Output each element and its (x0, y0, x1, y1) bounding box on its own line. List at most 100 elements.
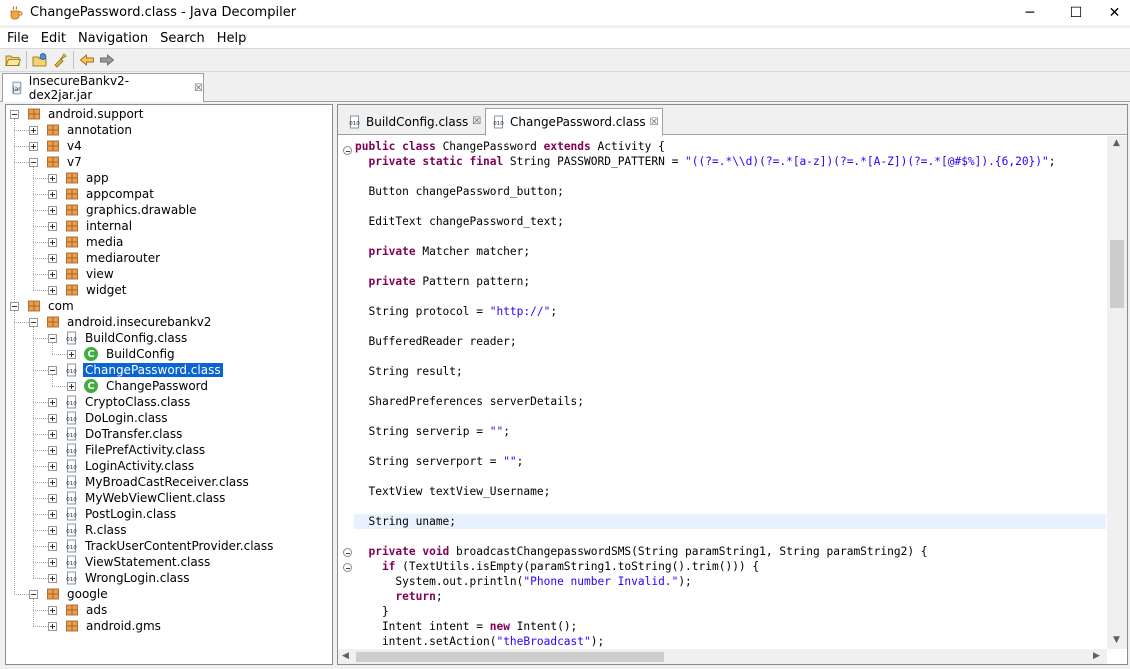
expand-icon[interactable] (67, 381, 76, 391)
collapse-icon[interactable] (48, 365, 57, 375)
tree-item[interactable]: 010 ChangePassword.class (48, 362, 223, 378)
collapse-icon[interactable] (29, 317, 38, 327)
tree-item[interactable]: 010 WrongLogin.class (48, 570, 192, 586)
scroll-up-icon[interactable]: ▲ (1113, 138, 1120, 148)
svg-text:010: 010 (66, 577, 77, 583)
collapse-icon[interactable] (48, 333, 57, 343)
expand-icon[interactable] (48, 269, 57, 279)
expand-icon[interactable] (48, 573, 57, 583)
tree-item-label: android.gms (86, 619, 161, 633)
close-tab-icon[interactable]: ☒ (472, 116, 481, 127)
expand-icon[interactable] (48, 605, 57, 615)
tree-item[interactable]: com (10, 298, 76, 314)
collapse-icon[interactable] (10, 301, 19, 311)
back-button[interactable] (77, 50, 97, 70)
tree-item[interactable]: 010 ViewStatement.class (48, 554, 212, 570)
close-tab-icon[interactable]: ☒ (650, 117, 659, 128)
editor-tab-buildconfig[interactable]: 010 BuildConfig.class ☒ (342, 108, 484, 135)
tree-item[interactable]: graphics.drawable (48, 202, 199, 218)
expand-icon[interactable] (48, 445, 57, 455)
tree-item[interactable]: appcompat (48, 186, 156, 202)
expand-icon[interactable] (67, 349, 76, 359)
tree-item[interactable]: 010 LoginActivity.class (48, 458, 196, 474)
tree-item[interactable]: widget (48, 282, 128, 298)
expand-icon[interactable] (29, 125, 38, 135)
open-type-button[interactable] (30, 50, 50, 70)
tree-item[interactable]: android.support (10, 106, 145, 122)
tree-item[interactable]: annotation (29, 122, 134, 138)
forward-button[interactable] (97, 50, 117, 70)
tree-item[interactable]: 010 DoLogin.class (48, 410, 170, 426)
tree-item[interactable]: internal (48, 218, 134, 234)
tree-item[interactable]: 010 R.class (48, 522, 129, 538)
tree-item[interactable]: google (29, 586, 110, 602)
tree-item[interactable]: 010 MyBroadCastReceiver.class (48, 474, 251, 490)
tree-item[interactable]: 010 CryptoClass.class (48, 394, 192, 410)
expand-icon[interactable] (48, 413, 57, 423)
tree-item[interactable]: C ChangePassword (67, 378, 210, 394)
expand-icon[interactable] (48, 525, 57, 535)
tree-item[interactable]: 010 DoTransfer.class (48, 426, 184, 442)
expand-icon[interactable] (48, 621, 57, 631)
tree-item[interactable]: 010 BuildConfig.class (48, 330, 189, 346)
fold-method-icon[interactable] (343, 548, 352, 557)
collapse-icon[interactable] (10, 109, 19, 119)
expand-icon[interactable] (48, 509, 57, 519)
vertical-scrollbar[interactable]: ▲ ▼ (1107, 136, 1127, 649)
scroll-down-icon[interactable]: ▼ (1113, 635, 1120, 645)
close-button[interactable]: ✕ (1099, 0, 1130, 25)
expand-icon[interactable] (48, 397, 57, 407)
tree-item[interactable]: 010 MyWebViewClient.class (48, 490, 227, 506)
expand-icon[interactable] (48, 205, 57, 215)
expand-icon[interactable] (48, 429, 57, 439)
expand-icon[interactable] (29, 141, 38, 151)
collapse-icon[interactable] (29, 157, 38, 167)
tree-item[interactable]: app (48, 170, 111, 186)
expand-icon[interactable] (48, 189, 57, 199)
search-button[interactable] (50, 50, 70, 70)
expand-icon[interactable] (48, 557, 57, 567)
expand-icon[interactable] (48, 285, 57, 295)
fold-class-icon[interactable] (343, 146, 352, 155)
tree-item[interactable]: v4 (29, 138, 84, 154)
editor-tab-changepassword[interactable]: 010 ChangePassword.class ☒ (485, 108, 663, 136)
tree-item[interactable]: v7 (29, 154, 84, 170)
expand-icon[interactable] (48, 173, 57, 183)
expand-icon[interactable] (48, 253, 57, 263)
tree-item[interactable]: ads (48, 602, 109, 618)
file-tab-jar[interactable]: jar InsecureBankv2-dex2jar.jar ☒ (2, 73, 204, 102)
menu-navigation[interactable]: Navigation (71, 31, 153, 46)
tree-item[interactable]: 010 PostLogin.class (48, 506, 178, 522)
open-file-button[interactable] (3, 50, 23, 70)
maximize-button[interactable]: ☐ (1053, 0, 1099, 25)
expand-icon[interactable] (48, 541, 57, 551)
minimize-button[interactable]: ─ (1007, 0, 1053, 25)
menu-help[interactable]: Help (210, 31, 252, 46)
close-tab-icon[interactable]: ☒ (194, 83, 203, 94)
expand-icon[interactable] (48, 493, 57, 503)
scroll-left-icon[interactable]: ◀ (342, 651, 349, 661)
tree-item[interactable]: android.gms (48, 618, 163, 634)
tree-item[interactable]: 010 FilePrefActivity.class (48, 442, 207, 458)
menu-edit[interactable]: Edit (34, 31, 71, 46)
vertical-scroll-thumb[interactable] (1110, 240, 1124, 308)
expand-icon[interactable] (48, 221, 57, 231)
tree-item[interactable]: android.insecurebankv2 (29, 314, 213, 330)
tree-item[interactable]: view (48, 266, 116, 282)
menu-file[interactable]: File (0, 31, 34, 46)
collapse-icon[interactable] (29, 589, 38, 599)
tree-item[interactable]: C BuildConfig (67, 346, 177, 362)
expand-icon[interactable] (48, 237, 57, 247)
expand-icon[interactable] (48, 477, 57, 487)
tree-item[interactable]: mediarouter (48, 250, 162, 266)
scroll-right-icon[interactable]: ▶ (1093, 651, 1100, 661)
tree-item[interactable]: media (48, 234, 125, 250)
horizontal-scroll-thumb[interactable] (356, 652, 664, 662)
expand-icon[interactable] (48, 461, 57, 471)
horizontal-scrollbar[interactable]: ◀ ▶ (338, 649, 1107, 664)
fold-if-icon[interactable] (343, 563, 352, 572)
menu-search[interactable]: Search (153, 31, 210, 46)
package-tree[interactable]: android.support annotation v4 v7 app appcompa… (5, 104, 333, 665)
tree-item[interactable]: 010 TrackUserContentProvider.class (48, 538, 275, 554)
source-code-view[interactable]: public class ChangePassword extends Acti… (338, 136, 1106, 649)
